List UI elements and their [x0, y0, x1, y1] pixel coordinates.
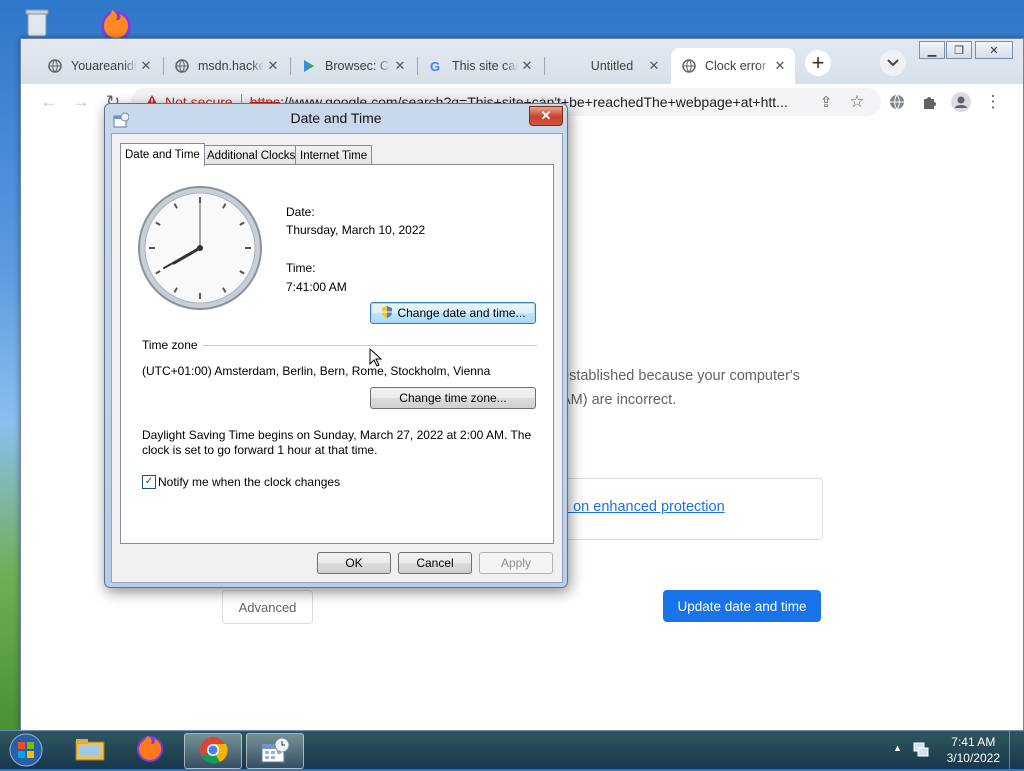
tab-date-and-time[interactable]: Date and Time [120, 143, 205, 166]
change-time-zone-button[interactable]: Change time zone... [370, 387, 536, 409]
back-icon[interactable]: ← [39, 92, 59, 112]
taskbar: ▲ 7:41 AM 3/10/2022 [0, 730, 1024, 769]
change-date-time-button[interactable]: Change date and time... [370, 302, 536, 324]
timezone-header: Time zone [142, 338, 198, 352]
menu-kebab-icon[interactable]: ⋮ [983, 92, 1003, 112]
tab-clock-error[interactable]: Clock error ✕ [671, 48, 795, 84]
tab-close-icon[interactable]: ✕ [137, 58, 155, 74]
globe-icon [681, 58, 697, 74]
taskbar-chrome[interactable] [184, 733, 242, 769]
start-button[interactable] [6, 732, 46, 768]
taskbar-firefox[interactable] [122, 733, 178, 767]
error-message: established because your computer's AM) … [561, 368, 800, 408]
tab-close-icon[interactable]: ✕ [645, 58, 663, 74]
dst-info-line1: Daylight Saving Time begins on Sunday, M… [142, 428, 532, 442]
tab-title: Browsec: Cool [325, 59, 391, 73]
tab-close-icon[interactable]: ✕ [771, 58, 789, 74]
dialog-close-button[interactable]: ✕ [529, 106, 563, 126]
tab-close-icon[interactable]: ✕ [391, 58, 409, 74]
close-icon: ✕ [540, 108, 552, 123]
google-icon: G [428, 58, 444, 74]
minimize-button[interactable]: ▁ [919, 41, 945, 59]
tab-close-icon[interactable]: ✕ [264, 58, 282, 74]
globe-icon [47, 58, 63, 74]
taskbar-file-explorer[interactable] [62, 733, 118, 767]
restore-button[interactable]: ❐ [946, 41, 972, 59]
date-time-dialog: Date and Time ✕ Date and Time Additional… [104, 103, 568, 588]
forward-icon[interactable]: → [71, 92, 91, 112]
enhanced-protection-link[interactable]: n on enhanced protection [561, 499, 725, 515]
globe-icon [174, 58, 190, 74]
timezone-value: (UTC+01:00) Amsterdam, Berlin, Bern, Rom… [142, 364, 491, 378]
extensions-puzzle-icon[interactable] [919, 92, 939, 112]
update-date-time-button[interactable]: Update date and time [663, 590, 821, 622]
chevron-down-icon [887, 56, 899, 70]
firefox-icon[interactable] [96, 4, 131, 41]
tab-title: msdn.hackerz [198, 59, 264, 73]
tab-msdn-hackerz[interactable]: msdn.hackerz ✕ [164, 48, 288, 84]
tab-title: Clock error [705, 59, 767, 73]
date-time-panel: Date: Thursday, March 10, 2022 Time: 7:4… [120, 164, 554, 544]
analog-clock-icon [137, 185, 263, 314]
taskbar-date-time[interactable] [246, 733, 304, 769]
date-label: Date: [286, 205, 315, 219]
show-hidden-icons-arrow-icon[interactable]: ▲ [893, 743, 902, 753]
profile-avatar-icon[interactable] [951, 92, 971, 112]
time-label: Time: [286, 261, 316, 275]
tab-title: Untitled [590, 59, 634, 73]
tab-close-icon[interactable]: ✕ [518, 58, 536, 74]
tab-additional-clocks[interactable]: Additional Clocks [202, 145, 301, 165]
extension-globe-icon[interactable] [887, 92, 907, 112]
dialog-title: Date and Time [290, 110, 382, 126]
dst-info-line2: clock is set to go forward 1 hour at tha… [142, 443, 378, 457]
system-clock[interactable]: 7:41 AM 3/10/2022 [947, 734, 1000, 766]
cancel-button[interactable]: Cancel [398, 552, 472, 574]
tab-youareanidiot[interactable]: Youareanidiot ✕ [37, 48, 161, 84]
date-time-icon [259, 736, 291, 767]
tab-strip: Youareanidiot ✕ msdn.hackerz ✕ Browsec: … [21, 39, 1023, 84]
blank-icon [555, 58, 571, 74]
tab-untitled[interactable]: Untitled ✕ [545, 48, 669, 84]
chrome-icon [198, 735, 228, 768]
tab-title: This site can't [452, 59, 518, 73]
tab-internet-time[interactable]: Internet Time [295, 145, 373, 165]
file-explorer-icon [74, 736, 106, 765]
date-value: Thursday, March 10, 2022 [286, 223, 426, 237]
svg-text:G: G [430, 59, 440, 73]
firefox-icon [135, 734, 165, 767]
clock-date: 3/10/2022 [946, 751, 1000, 765]
bookmark-star-icon[interactable]: ☆ [847, 92, 867, 112]
show-desktop-button[interactable] [1009, 731, 1024, 769]
time-value: 7:41:00 AM [286, 280, 347, 294]
tab-browsec[interactable]: Browsec: Cool ✕ [291, 48, 415, 84]
ok-button[interactable]: OK [317, 552, 391, 574]
restore-icon: ❐ [954, 44, 964, 57]
clock-time: 7:41 AM [951, 735, 996, 749]
notify-checkbox[interactable]: ✓ [142, 475, 156, 489]
mouse-cursor-icon [369, 347, 383, 371]
network-icon[interactable] [912, 740, 930, 761]
new-tab-button[interactable]: + [805, 50, 831, 76]
close-icon: ✕ [989, 44, 999, 57]
advanced-button[interactable]: Advanced [222, 590, 313, 624]
tab-search-button[interactable] [880, 50, 906, 76]
play-store-icon [301, 58, 317, 74]
apply-button[interactable]: Apply [479, 552, 553, 574]
notify-label: Notify me when the clock changes [158, 475, 341, 489]
uac-shield-icon [380, 305, 394, 322]
close-window-button[interactable]: ✕ [975, 41, 1013, 59]
tab-this-site-cant[interactable]: G This site can't ✕ [418, 48, 542, 84]
dialog-body: Date and Time Additional Clocks Internet… [111, 133, 563, 583]
recycle-bin-icon[interactable] [20, 6, 54, 40]
share-icon[interactable]: ⇪ [816, 92, 836, 112]
tab-title: Youareanidiot [71, 59, 137, 73]
minimize-icon: ▁ [927, 44, 937, 57]
